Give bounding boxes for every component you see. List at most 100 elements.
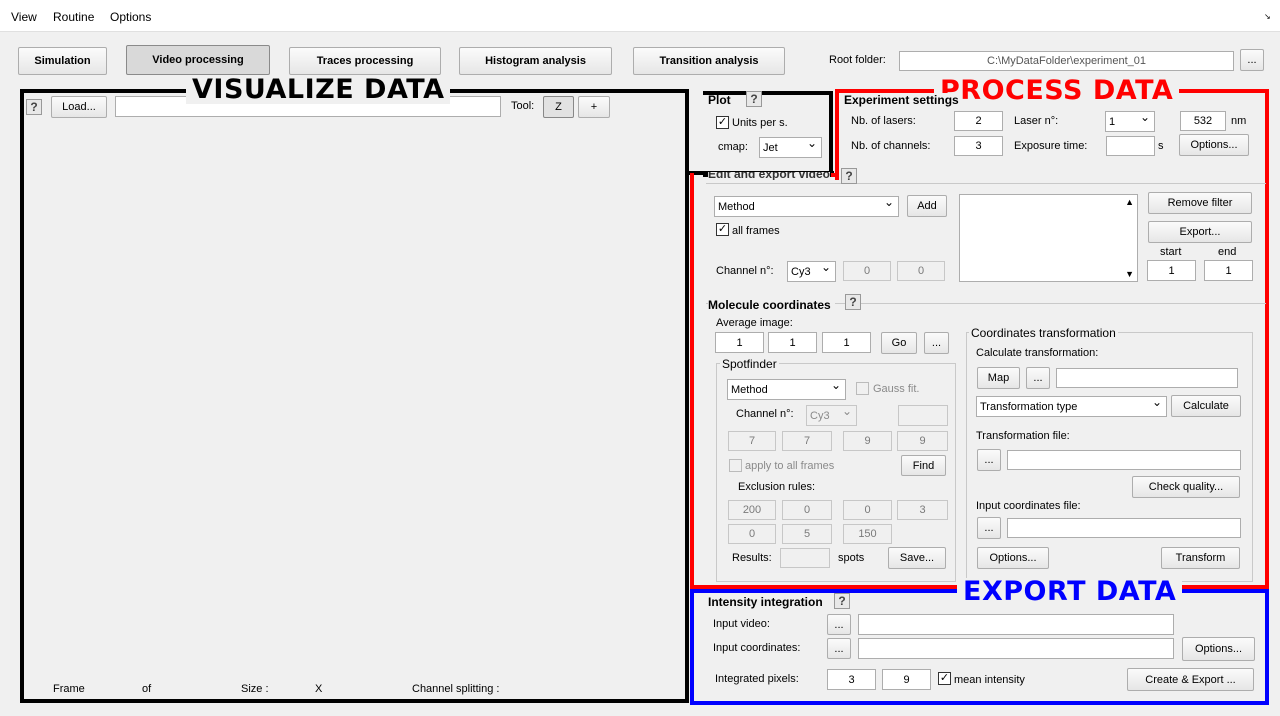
tab-transition-analysis[interactable]: Transition analysis xyxy=(633,47,785,75)
input-coordinates-file-field[interactable] xyxy=(1007,518,1241,538)
exclusion-param-5[interactable]: 0 xyxy=(728,524,776,544)
add-filter-button[interactable]: Add xyxy=(907,195,947,217)
average-end-field[interactable]: 1 xyxy=(822,332,871,353)
experiment-options-button[interactable]: Options... xyxy=(1179,134,1249,156)
menu-routine[interactable]: Routine xyxy=(53,10,94,24)
edit-help-icon[interactable]: ? xyxy=(841,168,857,184)
mean-intensity-checkbox[interactable]: ✓ xyxy=(938,672,951,685)
transformation-options-button[interactable]: Options... xyxy=(977,547,1049,569)
tab-video-processing[interactable]: Video processing xyxy=(126,45,270,75)
add-tool-button[interactable]: + xyxy=(578,96,610,118)
exclusion-param-7[interactable]: 150 xyxy=(843,524,892,544)
units-checkbox[interactable]: ✓ xyxy=(716,116,729,129)
spotfinder-channel-select[interactable]: Cy3 xyxy=(806,405,857,426)
save-spots-button[interactable]: Save... xyxy=(888,547,946,569)
mean-intensity-label: mean intensity xyxy=(954,674,1025,686)
input-coordinates-button[interactable]: ... xyxy=(827,638,851,659)
cmap-select[interactable]: Jet xyxy=(759,137,822,158)
spotfinder-method-select[interactable]: Method xyxy=(727,379,846,400)
edit-param-2[interactable]: 0 xyxy=(897,261,945,281)
transformation-title: Coordinates transformation xyxy=(969,326,1118,340)
wavelength-field[interactable]: 532 xyxy=(1180,111,1226,131)
map-button[interactable]: Map xyxy=(977,367,1020,389)
root-folder-path[interactable]: C:\MyDataFolder\experiment_01 xyxy=(899,51,1234,71)
spot-param-1[interactable]: 7 xyxy=(728,431,776,451)
map-file-field[interactable] xyxy=(1056,368,1238,388)
exposure-field[interactable] xyxy=(1106,136,1155,156)
edit-channel-select[interactable]: Cy3 xyxy=(787,261,836,282)
average-start-field[interactable]: 1 xyxy=(715,332,764,353)
scroll-up-icon[interactable]: ▲ xyxy=(1125,197,1134,207)
exclusion-param-1[interactable]: 200 xyxy=(728,500,776,520)
check-quality-button[interactable]: Check quality... xyxy=(1132,476,1240,498)
exclusion-rules-label: Exclusion rules: xyxy=(738,481,816,493)
average-step-field[interactable]: 1 xyxy=(768,332,817,353)
all-frames-checkbox[interactable]: ✓ xyxy=(716,223,729,236)
spot-param-3[interactable]: 9 xyxy=(843,431,892,451)
visualize-data-title: VISUALIZE DATA xyxy=(186,76,451,104)
tab-traces-processing[interactable]: Traces processing xyxy=(289,47,441,75)
root-folder-browse-button[interactable]: ... xyxy=(1240,49,1264,71)
integrated-pixels-label: Integrated pixels: xyxy=(715,673,799,685)
average-go-button[interactable]: Go xyxy=(881,332,917,354)
input-video-field[interactable] xyxy=(858,614,1174,635)
transform-button[interactable]: Transform xyxy=(1161,547,1240,569)
edit-param-1[interactable]: 0 xyxy=(843,261,891,281)
exposure-label: Exposure time: xyxy=(1014,140,1088,152)
input-coordinates-browse-button[interactable]: ... xyxy=(977,517,1001,539)
find-spots-button[interactable]: Find xyxy=(901,455,946,476)
average-more-button[interactable]: ... xyxy=(924,332,949,354)
tab-simulation[interactable]: Simulation xyxy=(18,47,107,75)
export-video-button[interactable]: Export... xyxy=(1148,221,1252,243)
start-label: start xyxy=(1160,246,1182,258)
calculate-button[interactable]: Calculate xyxy=(1171,395,1241,417)
coords-help-icon[interactable]: ? xyxy=(845,294,861,310)
transformation-file-label: Transformation file: xyxy=(976,430,1070,442)
start-frame-field[interactable]: 1 xyxy=(1147,260,1196,281)
spot-param-2[interactable]: 7 xyxy=(782,431,832,451)
exclusion-param-2[interactable]: 0 xyxy=(782,500,832,520)
calc-transformation-label: Calculate transformation: xyxy=(976,347,1099,359)
laser-n-select[interactable]: 1 xyxy=(1105,111,1155,132)
plot-help-icon[interactable]: ? xyxy=(746,91,762,107)
input-video-browse-button[interactable]: ... xyxy=(827,614,851,635)
transformation-file-browse-button[interactable]: ... xyxy=(977,449,1001,471)
spot-param-4[interactable]: 9 xyxy=(897,431,948,451)
integration-coordinates-field[interactable] xyxy=(858,638,1174,659)
zoom-tool-button[interactable]: Z xyxy=(543,96,574,118)
integration-options-button[interactable]: Options... xyxy=(1182,637,1255,661)
exclusion-param-4[interactable]: 3 xyxy=(897,500,948,520)
gauss-fit-checkbox[interactable] xyxy=(856,382,869,395)
integration-help-icon[interactable]: ? xyxy=(834,593,850,609)
apply-all-frames-checkbox[interactable] xyxy=(729,459,742,472)
filter-method-select[interactable]: Method xyxy=(714,196,899,217)
channels-field[interactable]: 3 xyxy=(954,136,1003,156)
viewer-help-icon[interactable]: ? xyxy=(26,99,42,115)
exclusion-param-3[interactable]: 0 xyxy=(843,500,892,520)
end-frame-field[interactable]: 1 xyxy=(1204,260,1253,281)
scroll-down-icon[interactable]: ▼ xyxy=(1125,269,1134,279)
menu-view[interactable]: View xyxy=(11,10,37,24)
small-arrow-icon[interactable]: ↘ xyxy=(1264,12,1271,21)
edit-title: Edit and export video xyxy=(708,172,831,180)
integrated-pixels-field[interactable]: 3 xyxy=(827,669,876,690)
remove-filter-button[interactable]: Remove filter xyxy=(1148,192,1252,214)
process-data-title: PROCESS DATA xyxy=(934,77,1180,105)
transformation-file-field[interactable] xyxy=(1007,450,1241,470)
of-label: of xyxy=(142,683,152,695)
filter-list[interactable]: ▲ ▼ xyxy=(959,194,1138,282)
seconds-label: s xyxy=(1158,140,1164,152)
tab-histogram-analysis[interactable]: Histogram analysis xyxy=(459,47,612,75)
all-frames-label: all frames xyxy=(732,225,780,237)
lasers-label: Nb. of lasers: xyxy=(851,115,916,127)
menu-options[interactable]: Options xyxy=(110,10,151,24)
pixel-area-field[interactable]: 9 xyxy=(882,669,931,690)
lasers-field[interactable]: 2 xyxy=(954,111,1003,131)
size-label: Size : xyxy=(241,683,269,695)
transformation-type-select[interactable]: Transformation type xyxy=(976,396,1167,417)
map-more-button[interactable]: ... xyxy=(1026,367,1050,389)
create-export-button[interactable]: Create & Export ... xyxy=(1127,668,1254,691)
load-button[interactable]: Load... xyxy=(51,96,107,118)
spotfinder-channel-param[interactable] xyxy=(898,405,948,426)
exclusion-param-6[interactable]: 5 xyxy=(782,524,832,544)
